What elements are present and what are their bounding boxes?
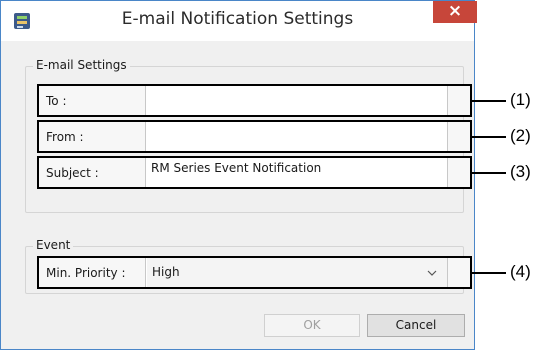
callout-line-1 [472,100,506,102]
to-input[interactable] [147,86,447,115]
to-input-end [447,86,470,115]
cancel-button[interactable]: Cancel [367,314,465,337]
subject-label: Subject : [39,158,146,187]
window-title: E-mail Notification Settings [121,9,354,29]
subject-field-row: Subject : RM Series Event Notification [37,156,472,189]
min-priority-select[interactable]: High [147,258,447,287]
callout-label-3: (3) [510,162,531,181]
to-field-row: To : [37,84,472,117]
chevron-down-icon[interactable] [427,269,437,277]
min-priority-label: Min. Priority : [39,258,146,287]
min-priority-end [447,258,470,287]
callout-line-4 [472,272,506,274]
callout-label-2: (2) [510,126,531,145]
title-bar: E-mail Notification Settings × [1,1,477,41]
callout-label-1: (1) [510,90,531,109]
from-input-end [447,122,470,151]
callout-line-2 [472,136,506,138]
ok-button[interactable]: OK [264,314,360,337]
subject-input[interactable]: RM Series Event Notification [147,158,447,187]
close-button[interactable]: × [433,1,477,23]
subject-input-end [447,158,470,187]
event-group-label: Event [33,238,74,252]
min-priority-row: Min. Priority : High [37,256,472,289]
email-settings-group-label: E-mail Settings [33,58,130,72]
callout-line-3 [472,172,506,174]
to-label: To : [39,86,146,115]
from-label: From : [39,122,146,151]
from-input[interactable] [147,122,447,151]
callout-label-4: (4) [510,262,531,281]
from-field-row: From : [37,120,472,153]
